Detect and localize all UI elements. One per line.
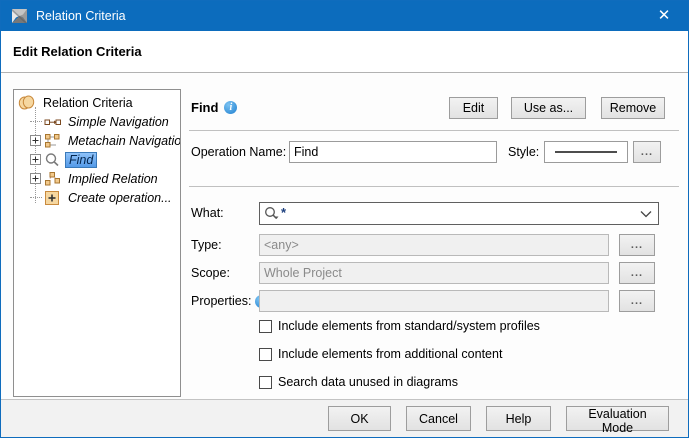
- properties-label-row: Properties: i: [191, 294, 268, 308]
- criteria-tree: Relation Criteria Simple Navigation: [14, 93, 180, 207]
- what-label: What:: [191, 206, 224, 220]
- dialog-body: Relation Criteria Simple Navigation: [1, 74, 688, 399]
- checkbox-row-additional-content[interactable]: Include elements from additional content: [259, 347, 502, 361]
- checkbox-label: Include elements from standard/system pr…: [278, 319, 540, 333]
- relation-criteria-icon: [18, 95, 35, 111]
- separator: [189, 186, 679, 187]
- help-button[interactable]: Help: [486, 406, 551, 431]
- create-operation-icon: [44, 190, 61, 206]
- style-browse-button[interactable]: ...: [633, 141, 661, 163]
- properties-label: Properties:: [191, 294, 251, 308]
- expand-icon[interactable]: [30, 173, 41, 184]
- what-value: *: [281, 205, 286, 220]
- info-icon: i: [224, 101, 237, 114]
- tree-item-implied-relation[interactable]: Implied Relation: [14, 169, 180, 188]
- tree-item-simple-navigation[interactable]: Simple Navigation: [14, 112, 180, 131]
- checkbox-label: Include elements from additional content: [278, 347, 502, 361]
- expand-icon[interactable]: [30, 135, 41, 146]
- find-icon: [44, 152, 61, 168]
- checkbox[interactable]: [259, 376, 272, 389]
- tree-item-label: Relation Criteria: [40, 95, 136, 111]
- operation-name-input[interactable]: Find: [289, 141, 497, 163]
- panel-title-row: Find i: [191, 100, 237, 115]
- simple-navigation-icon: [44, 114, 61, 130]
- checkbox-row-unused-data[interactable]: Search data unused in diagrams: [259, 375, 458, 389]
- dialog-footer: OK Cancel Help Evaluation Mode: [1, 399, 688, 437]
- edit-button[interactable]: Edit: [449, 97, 498, 119]
- type-label: Type:: [191, 238, 222, 252]
- page-title: Edit Relation Criteria: [13, 44, 142, 59]
- type-field: <any>: [259, 234, 609, 256]
- tree-stub: [30, 121, 42, 122]
- checkbox-label: Search data unused in diagrams: [278, 375, 458, 389]
- tree-item-label: Simple Navigation: [65, 114, 172, 130]
- scope-value: Whole Project: [264, 266, 342, 280]
- search-filter-icon: [264, 206, 280, 222]
- type-value: <any>: [264, 238, 299, 252]
- line-style-preview-icon: [555, 151, 617, 153]
- properties-browse-button[interactable]: ...: [619, 290, 655, 312]
- type-browse-button[interactable]: ...: [619, 234, 655, 256]
- evaluation-mode-button[interactable]: Evaluation Mode: [566, 406, 669, 431]
- dialog-header: Edit Relation Criteria: [1, 31, 688, 73]
- use-as-button[interactable]: Use as...: [511, 97, 586, 119]
- scope-label: Scope:: [191, 266, 230, 280]
- panel-title: Find: [191, 100, 218, 115]
- separator: [189, 130, 679, 131]
- tree-item-create-operation[interactable]: Create operation...: [14, 188, 180, 207]
- criteria-tree-panel: Relation Criteria Simple Navigation: [13, 89, 181, 397]
- chevron-down-icon[interactable]: [640, 210, 652, 218]
- tree-stub: [30, 197, 42, 198]
- what-combobox[interactable]: *: [259, 202, 659, 225]
- tree-item-relation-criteria[interactable]: Relation Criteria: [14, 93, 180, 112]
- checkbox[interactable]: [259, 320, 272, 333]
- window-title: Relation Criteria: [36, 9, 126, 23]
- checkbox-row-standard-profiles[interactable]: Include elements from standard/system pr…: [259, 319, 540, 333]
- close-icon[interactable]: ✕: [650, 1, 678, 31]
- style-label: Style:: [508, 145, 539, 159]
- tree-item-label: Metachain Navigation: [65, 133, 181, 149]
- expand-icon[interactable]: [30, 154, 41, 165]
- tree-item-label: Find: [65, 152, 97, 168]
- operation-name-label: Operation Name:: [191, 145, 286, 159]
- app-logo-icon: [11, 8, 28, 24]
- checkbox[interactable]: [259, 348, 272, 361]
- tree-item-metachain-navigation[interactable]: Metachain Navigation: [14, 131, 180, 150]
- style-preview-field[interactable]: [544, 141, 628, 163]
- cancel-button[interactable]: Cancel: [406, 406, 471, 431]
- scope-field: Whole Project: [259, 262, 609, 284]
- ok-button[interactable]: OK: [328, 406, 391, 431]
- operation-name-value: Find: [294, 145, 318, 159]
- tree-item-label: Implied Relation: [65, 171, 161, 187]
- titlebar: Relation Criteria ✕: [1, 1, 688, 31]
- metachain-navigation-icon: [44, 133, 61, 149]
- remove-button[interactable]: Remove: [601, 97, 665, 119]
- tree-item-find[interactable]: Find: [14, 150, 180, 169]
- relation-criteria-dialog: Relation Criteria ✕ Edit Relation Criter…: [0, 0, 689, 438]
- properties-field: [259, 290, 609, 312]
- scope-browse-button[interactable]: ...: [619, 262, 655, 284]
- implied-relation-icon: [44, 171, 61, 187]
- tree-item-label: Create operation...: [65, 190, 175, 206]
